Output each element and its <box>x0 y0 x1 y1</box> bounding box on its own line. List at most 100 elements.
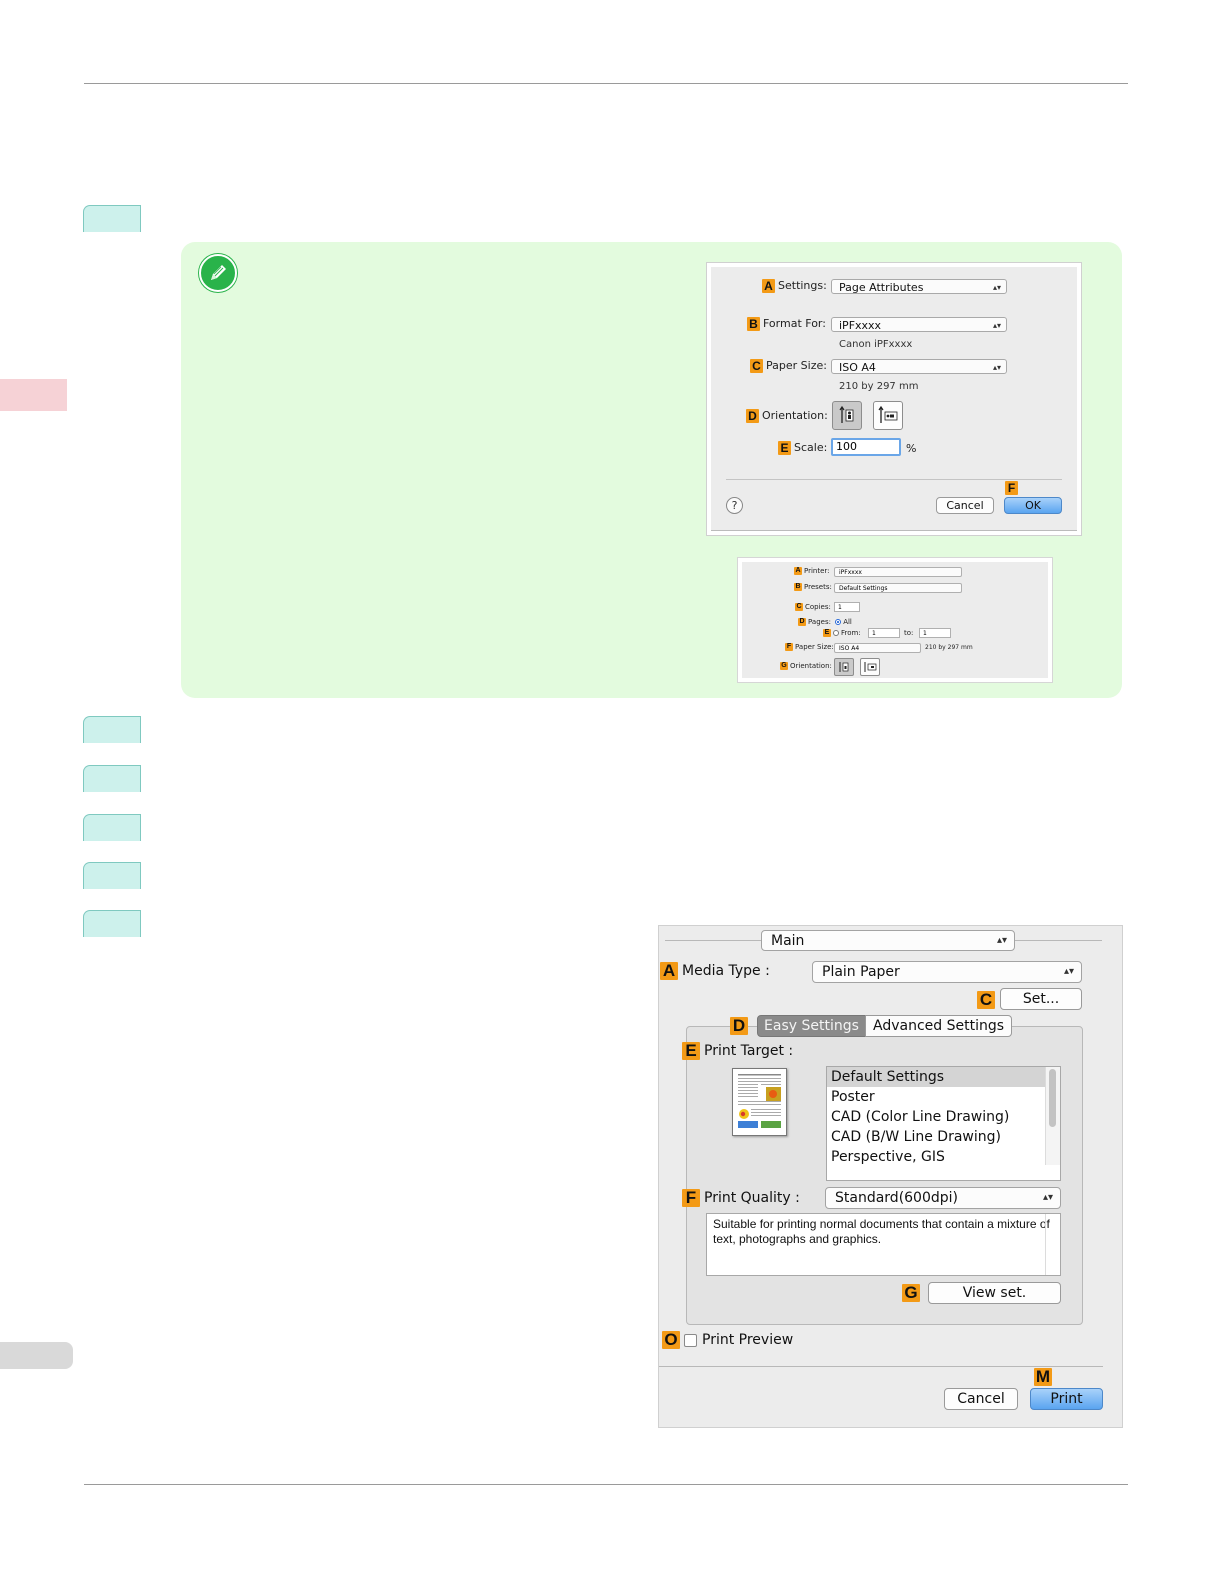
copies-label: Copies: <box>805 603 831 611</box>
small-portrait-button[interactable] <box>834 658 854 676</box>
page-setup-dialog-body <box>711 267 1077 531</box>
small-paper-size-subtext: 210 by 297 mm <box>925 644 973 651</box>
presets-popup[interactable]: Default Settings <box>834 583 962 593</box>
format-for-popup[interactable]: iPFxxxx ▴▾ <box>831 317 1007 332</box>
main-cancel-button[interactable]: Cancel <box>944 1388 1018 1410</box>
scrollbar-thumb[interactable] <box>1049 1069 1056 1127</box>
page-setup-cancel-button[interactable]: Cancel <box>936 497 994 514</box>
format-for-subtext: Canon iPFxxxx <box>839 339 913 350</box>
printer-label: Printer: <box>804 567 830 575</box>
small-orientation-row: G Orientation: <box>780 662 832 670</box>
portrait-icon <box>839 405 854 423</box>
callout-b: B <box>747 317 760 331</box>
tab-easy-settings[interactable]: Easy Settings <box>757 1015 866 1037</box>
pages-all-radio[interactable] <box>835 619 842 625</box>
print-preview-label: Print Preview <box>702 1332 794 1348</box>
print-quality-description-text: Suitable for printing normal documents t… <box>713 1217 1050 1246</box>
footer-rule <box>84 1484 1128 1485</box>
note-pencil-icon <box>199 254 237 292</box>
updown-arrow-icon: ▴▾ <box>1063 966 1074 977</box>
callout-c: C <box>750 359 763 373</box>
callout-o: O <box>662 1331 680 1349</box>
media-type-row: A Media Type : <box>660 962 770 980</box>
updown-arrow-icon: ▴▾ <box>992 321 1001 330</box>
tab-advanced-settings[interactable]: Advanced Settings <box>865 1015 1012 1037</box>
paper-size-row: C Paper Size: <box>750 359 827 373</box>
step-marker-6 <box>83 910 141 937</box>
settings-row: A Settings: <box>762 279 827 293</box>
portrait-orientation-button[interactable] <box>832 401 862 430</box>
print-preview-checkbox[interactable] <box>684 1333 697 1347</box>
step-marker-4 <box>83 814 141 841</box>
callout-a: A <box>794 567 802 575</box>
scale-label: Scale: <box>794 441 828 454</box>
page-setup-divider <box>726 479 1062 480</box>
small-paper-size-row: F Paper Size: <box>785 643 834 651</box>
callout-b: B <box>794 583 802 591</box>
print-quality-popup[interactable]: Standard(600dpi) ▴▾ <box>825 1187 1061 1209</box>
settings-label: Settings: <box>778 279 827 292</box>
print-quality-label: Print Quality : <box>704 1190 800 1206</box>
panel-value: Main <box>771 933 805 949</box>
panel-divider-right <box>1015 940 1102 941</box>
paper-size-value: ISO A4 <box>839 361 876 374</box>
pages-label: Pages: <box>808 618 831 626</box>
paper-size-popup[interactable]: ISO A4 ▴▾ <box>831 359 1007 374</box>
print-target-row: E Print Target : <box>682 1042 793 1060</box>
from-row: E From: <box>823 629 861 637</box>
format-for-value: iPFxxxx <box>839 319 882 332</box>
callout-e: E <box>682 1042 700 1060</box>
callout-m: M <box>1034 1367 1052 1386</box>
print-button[interactable]: Print <box>1030 1388 1103 1410</box>
step-marker-3 <box>83 765 141 792</box>
pages-from-radio[interactable] <box>833 630 839 636</box>
list-item[interactable]: Perspective, GIS <box>827 1147 1060 1167</box>
landscape-orientation-button[interactable] <box>873 401 903 430</box>
page-setup-ok-button[interactable]: OK <box>1004 497 1062 514</box>
list-item[interactable]: CAD (B/W Line Drawing) <box>827 1127 1060 1147</box>
page-setup-dialog <box>706 262 1082 536</box>
step-marker-1 <box>83 205 141 232</box>
callout-g: G <box>780 662 788 670</box>
media-type-label: Media Type : <box>682 963 770 979</box>
updown-arrow-icon: ▴▾ <box>1042 1192 1053 1203</box>
view-set-button[interactable]: View set. <box>928 1282 1061 1304</box>
list-item[interactable]: Default Settings <box>827 1067 1060 1087</box>
scale-input[interactable]: 100 <box>831 438 901 456</box>
printer-popup[interactable]: iPFxxxx <box>834 567 962 577</box>
format-for-label: Format For: <box>763 317 826 330</box>
settings-popup[interactable]: Page Attributes ▴▾ <box>831 279 1007 294</box>
list-item[interactable]: CAD (Color Line Drawing) <box>827 1107 1060 1127</box>
step-marker-2 <box>83 716 141 743</box>
updown-arrow-icon: ▴▾ <box>992 363 1001 372</box>
help-button[interactable]: ? <box>726 497 743 514</box>
to-field[interactable]: 1 <box>919 628 951 638</box>
small-paper-size-popup[interactable]: ISO A4 <box>834 643 921 653</box>
callout-e: E <box>823 629 831 637</box>
print-target-scrollbar[interactable] <box>1045 1067 1060 1165</box>
settings-value: Page Attributes <box>839 281 924 294</box>
print-quality-row: F Print Quality : <box>682 1189 800 1207</box>
callout-f: F <box>1005 481 1018 495</box>
print-target-list[interactable]: Default Settings Poster CAD (Color Line … <box>826 1066 1061 1181</box>
orientation-label: Orientation: <box>762 409 828 422</box>
step-marker-5 <box>83 862 141 889</box>
panel-popup[interactable]: Main ▴▾ <box>761 930 1015 951</box>
header-rule <box>84 83 1128 84</box>
copies-field[interactable]: 1 <box>834 602 860 612</box>
print-target-label: Print Target : <box>704 1043 794 1059</box>
to-label: to: <box>904 629 914 637</box>
description-scroll-track <box>1045 1214 1046 1275</box>
presets-label: Presets: <box>804 583 832 591</box>
media-type-popup[interactable]: Plain Paper ▴▾ <box>812 961 1082 983</box>
set-button[interactable]: Set... <box>1000 988 1082 1010</box>
pages-all-label: All <box>843 618 852 626</box>
print-quality-description: Suitable for printing normal documents t… <box>706 1213 1061 1276</box>
list-item[interactable]: Poster <box>827 1087 1060 1107</box>
from-field[interactable]: 1 <box>868 628 900 638</box>
from-label: From: <box>841 629 861 637</box>
callout-d: D <box>798 618 806 626</box>
small-landscape-button[interactable] <box>860 658 880 676</box>
media-type-value: Plain Paper <box>822 964 900 980</box>
callout-c: C <box>795 603 803 611</box>
